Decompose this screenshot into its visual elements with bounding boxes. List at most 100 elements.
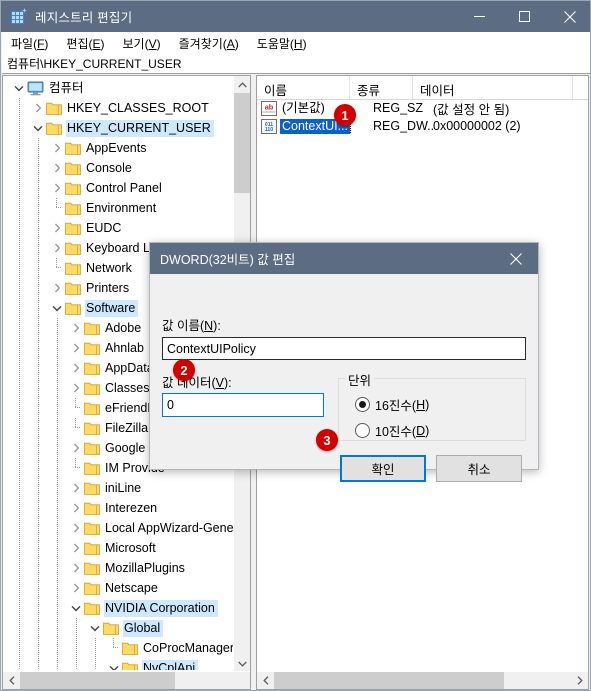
tree-item-microsoft[interactable]: Microsoft [3, 538, 235, 558]
folder-icon [103, 621, 119, 635]
tree-guide-line [38, 318, 39, 338]
dec-radio[interactable]: 10진수(D) [355, 421, 429, 440]
tree-item-interezen[interactable]: Interezen [3, 498, 235, 518]
list-horizontal-scrollbar[interactable] [257, 671, 588, 689]
chevron-down-icon[interactable] [68, 598, 84, 618]
chevron-right-icon[interactable] [49, 138, 65, 158]
tree-item-label: Printers [86, 280, 130, 295]
address-bar[interactable]: 컴퓨터\HKEY_CURRENT_USER [2, 54, 590, 74]
chevron-right-icon[interactable] [49, 238, 65, 258]
tree-item-nvcplapi[interactable]: NvCplApi [3, 658, 235, 670]
minimize-button[interactable] [457, 1, 502, 32]
scroll-right-icon[interactable] [571, 672, 588, 689]
menu-edit[interactable]: 편집(E) [57, 33, 113, 54]
chevron-right-icon[interactable] [68, 358, 84, 378]
base-groupbox-title: 단위 [345, 370, 375, 389]
tree-item-mozillaplugins[interactable]: MozillaPlugins [3, 558, 235, 578]
chevron-right-icon[interactable] [68, 338, 84, 358]
tree-item-hkey-classes-root[interactable]: HKEY_CLASSES_ROOT [3, 98, 235, 118]
tree-guide-line [19, 438, 20, 458]
menu-favorites[interactable]: 즐겨찾기(A) [170, 33, 248, 54]
tree-guide-line [19, 418, 20, 438]
scroll-left-icon[interactable] [257, 672, 274, 689]
tree-item-label: Global [123, 619, 164, 637]
menu-help[interactable]: 도움말(H) [248, 33, 316, 54]
listview-column-1[interactable]: 이름 [257, 76, 350, 99]
tree-guide-line [57, 418, 58, 438]
folder-icon [65, 161, 81, 175]
close-button[interactable] [547, 1, 590, 32]
tree-guide-line [19, 538, 20, 558]
tree-guide-line [76, 618, 77, 638]
chevron-down-icon[interactable] [106, 658, 122, 670]
chevron-right-icon[interactable] [68, 498, 84, 518]
tree-item-hkey-current-user[interactable]: HKEY_CURRENT_USER [3, 118, 235, 138]
listview-row[interactable]: 011 110 ContextUI... REG_DW... 0x00000002 (2… [257, 117, 588, 135]
tree-item-netscape[interactable]: Netscape [3, 578, 235, 598]
tree-item-coprocmanager[interactable]: CoProcManager [3, 638, 235, 658]
value-name-input[interactable]: ContextUIPolicy [162, 337, 526, 360]
tree-item-iniline[interactable]: iniLine [3, 478, 235, 498]
chevron-right-icon[interactable] [49, 218, 65, 238]
tree-item-[interactable]: 컴퓨터 [3, 78, 235, 98]
listview-row[interactable]: ab (기본값) REG_SZ (값 설정 안 됨) [257, 99, 588, 117]
folder-icon [84, 461, 100, 475]
value-name-cell: ContextUI... [280, 118, 373, 134]
chevron-down-icon[interactable] [87, 618, 103, 638]
tree-item-local-appwizard-generate[interactable]: Local AppWizard-Generate [3, 518, 235, 538]
tree-item-appevents[interactable]: AppEvents [3, 138, 235, 158]
chevron-right-icon[interactable] [49, 158, 65, 178]
menu-file[interactable]: 파일(F) [2, 33, 57, 54]
chevron-down-icon[interactable] [11, 78, 27, 98]
chevron-right-icon[interactable] [68, 538, 84, 558]
tree-guide-line [57, 398, 58, 418]
chevron-right-icon[interactable] [68, 478, 84, 498]
scroll-down-icon[interactable] [234, 655, 250, 672]
tree-horizontal-scrollbar[interactable] [3, 671, 250, 689]
tree-item-nvidia-corporation[interactable]: NVIDIA Corporation [3, 598, 235, 618]
tree-guide-line [19, 338, 20, 358]
tree-hscroll-thumb[interactable] [20, 672, 175, 689]
folder-icon [84, 381, 100, 395]
menu-view[interactable]: 보기(V) [114, 33, 170, 54]
chevron-right-icon[interactable] [68, 558, 84, 578]
tree-guide-line [57, 338, 58, 358]
chevron-down-icon[interactable] [30, 118, 46, 138]
scroll-up-icon[interactable] [234, 76, 250, 93]
chevron-right-icon[interactable] [68, 438, 84, 458]
folder-icon [84, 561, 100, 575]
maximize-button[interactable] [502, 1, 547, 32]
scroll-left-icon[interactable] [3, 672, 20, 689]
tree-scroll-thumb[interactable] [234, 93, 250, 193]
value-data-input[interactable]: 0 [162, 393, 324, 417]
tree-item-console[interactable]: Console [3, 158, 235, 178]
tree-item-eudc[interactable]: EUDC [3, 218, 235, 238]
cancel-button[interactable]: 취소 [436, 455, 522, 482]
chevron-right-icon[interactable] [68, 378, 84, 398]
listview-column-3[interactable]: 데이터 [413, 76, 573, 99]
tree-guide-line [38, 638, 39, 658]
tree-guide-line [38, 418, 39, 438]
chevron-right-icon[interactable] [49, 178, 65, 198]
tree-item-control-panel[interactable]: Control Panel [3, 178, 235, 198]
tree-item-global[interactable]: Global [3, 618, 235, 638]
tree-guide-line [38, 198, 39, 218]
listview-header[interactable]: 이름 종류 데이터 [257, 76, 588, 100]
chevron-right-icon[interactable] [68, 578, 84, 598]
tree-guide-line [19, 218, 20, 238]
chevron-right-icon[interactable] [49, 278, 65, 298]
tree-item-environment[interactable]: Environment [3, 198, 235, 218]
chevron-right-icon[interactable] [30, 98, 46, 118]
list-hscroll-thumb[interactable] [274, 672, 504, 689]
ok-button[interactable]: 확인 [340, 455, 426, 482]
folder-icon [65, 221, 81, 235]
listview-column-2[interactable]: 종류 [350, 76, 413, 99]
hex-radio[interactable]: 16진수(H) [355, 395, 429, 414]
dialog-close-button[interactable] [494, 243, 538, 274]
tree-item-label: Console [86, 160, 132, 175]
folder-icon [84, 361, 100, 375]
chevron-down-icon[interactable] [49, 298, 65, 318]
chevron-right-icon[interactable] [68, 318, 84, 338]
tree-guide-line [38, 138, 39, 158]
chevron-right-icon[interactable] [68, 518, 84, 538]
